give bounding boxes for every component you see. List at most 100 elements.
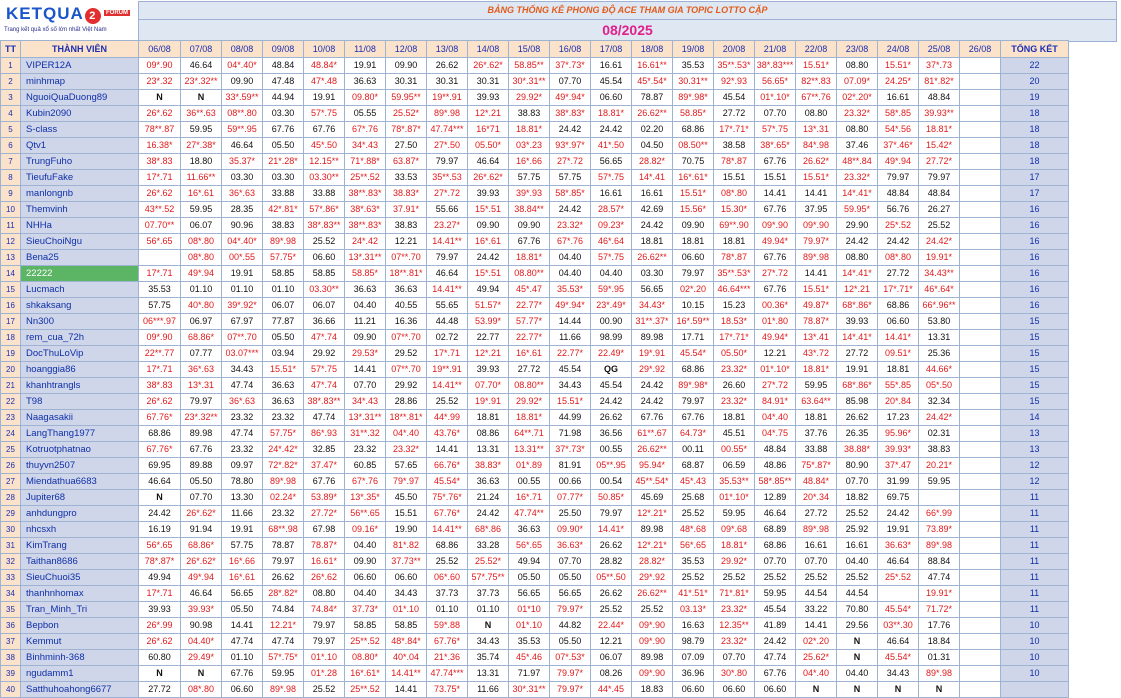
result-cell: 79.97: [426, 153, 468, 170]
member-name[interactable]: minhmap: [20, 73, 139, 90]
member-name[interactable]: Satthuhoahong6677: [20, 681, 139, 698]
member-name[interactable]: Binhminh-368: [20, 649, 139, 666]
result-cell: 14.41**: [426, 377, 468, 394]
member-name[interactable]: Lucmach: [20, 281, 139, 298]
member-name[interactable]: Jupiter68: [20, 489, 139, 506]
result-cell: 36.96: [672, 665, 714, 682]
table-row: 18 rem_cua_72h 09*.90 68.86* 07**.70 05.50 47*…: [0, 329, 1069, 346]
row-number: 37: [0, 633, 21, 650]
row-number: 31: [0, 537, 21, 554]
result-cell: 68.86: [672, 121, 714, 138]
total-cell: [1000, 681, 1069, 698]
member-name[interactable]: TrungFuho: [20, 153, 139, 170]
result-cell: 32.34: [918, 393, 960, 410]
result-cell: 18**.81*: [385, 409, 427, 426]
result-cell: 67.76*: [426, 633, 468, 650]
result-cell: 23.32*: [713, 601, 755, 618]
member-name[interactable]: rem_cua_72h: [20, 329, 139, 346]
result-cell: 56*.65: [138, 537, 181, 554]
header-date: 08/08: [221, 40, 263, 58]
result-cell: 12.21: [754, 345, 796, 362]
result-cell: 89.98: [180, 425, 222, 442]
result-cell: 81*.82*: [918, 73, 960, 90]
member-name[interactable]: khanhtrangls: [20, 377, 139, 394]
member-name[interactable]: DocThuLoVip: [20, 345, 139, 362]
result-cell: 70.80: [836, 601, 878, 618]
member-name[interactable]: thanhnhomax: [20, 585, 139, 602]
member-name[interactable]: shkaksang: [20, 297, 139, 314]
member-name[interactable]: NguoiQuaDuong89: [20, 89, 139, 106]
site-logo[interactable]: KETQUA 2 FORUM Trang kết quả xổ số lớn nh…: [0, 0, 138, 40]
table-row: 21 khanhtrangls 38*.83 13*.31 47.74 36.63 47*.…: [0, 377, 1069, 394]
member-name[interactable]: S-class: [20, 121, 139, 138]
result-cell: 07.70: [836, 473, 878, 490]
member-name[interactable]: Miendathua6683: [20, 473, 139, 490]
result-cell: 67.76*: [138, 409, 181, 426]
member-name[interactable]: NHHa: [20, 217, 139, 234]
member-name[interactable]: anhdungpro: [20, 505, 139, 522]
result-cell: 04*.75: [754, 425, 796, 442]
member-name[interactable]: Naagasakii: [20, 409, 139, 426]
result-cell: 25.52: [754, 569, 796, 586]
result-cell: 17*.71: [138, 169, 181, 186]
result-cell: 19.91: [221, 521, 263, 538]
row-number: 17: [0, 313, 21, 330]
result-cell: 13.31: [467, 665, 509, 682]
member-name[interactable]: manlongnb: [20, 185, 139, 202]
result-cell: 16*.66: [221, 553, 263, 570]
result-cell: 25.52: [672, 505, 714, 522]
result-cell: 58.85: [344, 617, 386, 634]
member-name[interactable]: T98: [20, 393, 139, 410]
result-cell: 01*.10: [303, 649, 345, 666]
member-name[interactable]: TieufuFake: [20, 169, 139, 186]
total-cell: 16: [1000, 265, 1069, 282]
result-cell: 25.52: [303, 233, 345, 250]
row-number: 19: [0, 345, 21, 362]
result-cell: 37.47*: [303, 457, 345, 474]
result-cell: 04*.40: [795, 665, 837, 682]
member-name[interactable]: SieuChoiNgu: [20, 233, 139, 250]
member-name[interactable]: LangThang1977: [20, 425, 139, 442]
result-cell: [959, 425, 1001, 442]
member-name[interactable]: thuyvn2507: [20, 457, 139, 474]
result-cell: 04.40: [836, 553, 878, 570]
member-name[interactable]: KimTrang: [20, 537, 139, 554]
result-cell: 89.98: [631, 649, 673, 666]
member-name[interactable]: Kemmut: [20, 633, 139, 650]
result-cell: 25.50: [549, 505, 591, 522]
header-date: 17/08: [590, 40, 632, 58]
result-cell: 15.51*: [795, 281, 837, 298]
member-name[interactable]: Tran_Minh_Tri: [20, 601, 139, 618]
table-row: 13 Bena25 08*.80 00*.55 57.75* 06.60 13*.31** 0…: [0, 249, 1069, 266]
result-cell: 69**.90: [713, 217, 755, 234]
member-name[interactable]: ngudamm1: [20, 665, 139, 682]
result-cell: 26.62: [590, 537, 632, 554]
result-cell: 41.89: [754, 617, 796, 634]
member-name[interactable]: Themvinh: [20, 201, 139, 218]
member-name[interactable]: Bena25: [20, 249, 139, 266]
member-name[interactable]: nhcsxh: [20, 521, 139, 538]
result-cell: 17.23: [877, 409, 919, 426]
member-name[interactable]: Bepbon: [20, 617, 139, 634]
member-name[interactable]: Qtv1: [20, 137, 139, 154]
result-cell: 80.90: [836, 457, 878, 474]
member-name[interactable]: VIPER12A: [20, 57, 139, 74]
result-cell: 55.65: [426, 297, 468, 314]
total-cell: 13: [1000, 425, 1069, 442]
result-cell: 27.72: [508, 361, 550, 378]
member-name[interactable]: hoanggia86: [20, 361, 139, 378]
result-cell: 24.42: [631, 217, 673, 234]
member-name[interactable]: 22222: [20, 265, 139, 282]
member-name[interactable]: Nn300: [20, 313, 139, 330]
result-cell: N: [138, 89, 181, 106]
member-name[interactable]: Taithan8686: [20, 553, 139, 570]
result-cell: 32.85: [303, 441, 345, 458]
result-cell: 13.31: [918, 329, 960, 346]
result-cell: 15.51: [713, 169, 755, 186]
member-name[interactable]: Kotruotphatnao: [20, 441, 139, 458]
result-cell: 00.66: [549, 473, 591, 490]
result-cell: 61**.67: [631, 425, 673, 442]
result-cell: 29.90: [836, 217, 878, 234]
member-name[interactable]: Kubin2090: [20, 105, 139, 122]
member-name[interactable]: SieuChuoi35: [20, 569, 139, 586]
